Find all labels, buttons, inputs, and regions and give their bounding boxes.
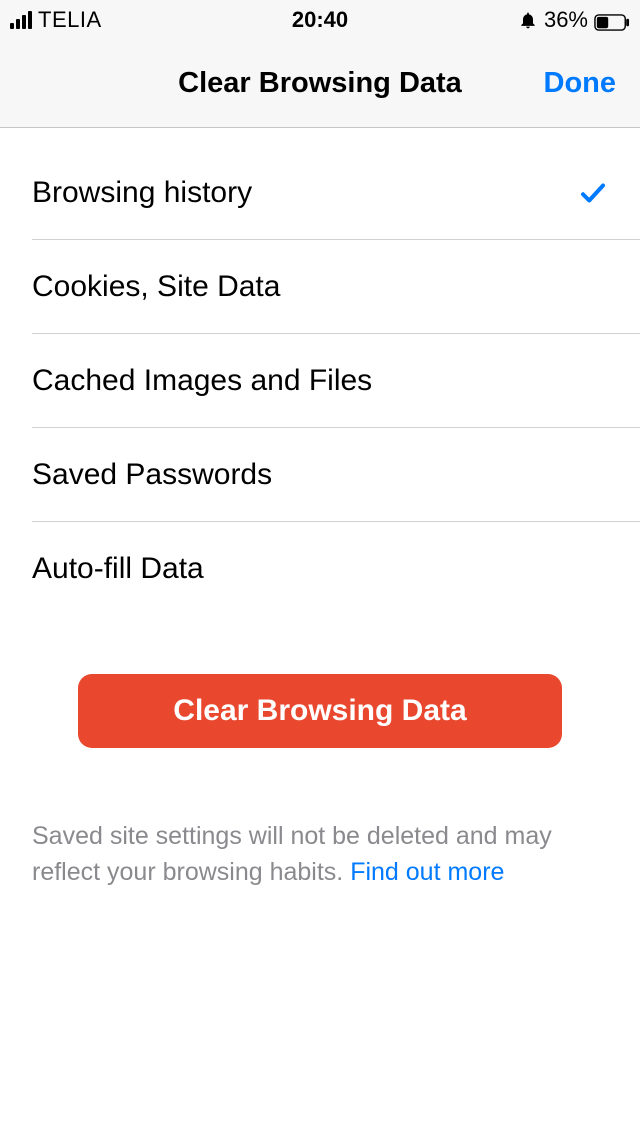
battery-percent: 36%: [544, 7, 588, 33]
row-label: Cached Images and Files: [32, 364, 372, 398]
find-out-more-link[interactable]: Find out more: [350, 858, 504, 886]
row-autofill-data[interactable]: Auto-fill Data: [32, 522, 640, 616]
status-bar: TELIA 20:40 36%: [0, 0, 640, 40]
footnote: Saved site settings will not be deleted …: [0, 748, 640, 891]
battery-icon: [594, 11, 630, 29]
row-label: Cookies, Site Data: [32, 270, 280, 304]
status-right: 36%: [518, 7, 630, 33]
spacer: [0, 128, 640, 146]
row-saved-passwords[interactable]: Saved Passwords: [32, 428, 640, 522]
done-button[interactable]: Done: [544, 67, 617, 100]
row-browsing-history[interactable]: Browsing history: [32, 146, 640, 240]
row-cached-images-files[interactable]: Cached Images and Files: [32, 334, 640, 428]
nav-bar: Clear Browsing Data Done: [0, 40, 640, 128]
clock-label: 20:40: [292, 7, 348, 33]
checkmark-icon: [578, 178, 608, 208]
carrier-label: TELIA: [38, 7, 102, 33]
row-label: Auto-fill Data: [32, 552, 204, 586]
page-title: Clear Browsing Data: [178, 67, 462, 100]
options-list: Browsing history Cookies, Site Data Cach…: [32, 146, 640, 616]
row-label: Browsing history: [32, 176, 252, 210]
button-wrap: Clear Browsing Data: [0, 616, 640, 748]
content: Browsing history Cookies, Site Data Cach…: [0, 128, 640, 891]
row-label: Saved Passwords: [32, 458, 272, 492]
row-cookies-site-data[interactable]: Cookies, Site Data: [32, 240, 640, 334]
signal-icon: [10, 11, 32, 29]
status-left: TELIA: [10, 7, 102, 33]
alarm-icon: [518, 10, 538, 30]
clear-browsing-data-button[interactable]: Clear Browsing Data: [78, 674, 562, 748]
